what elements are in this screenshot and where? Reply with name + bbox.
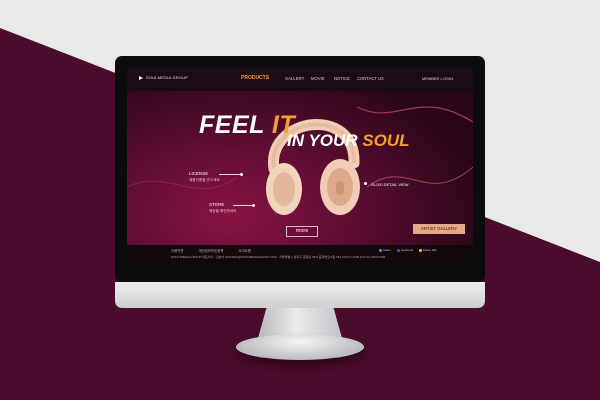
nav-notice[interactable]: NOTICE: [334, 76, 350, 81]
detail-view-link[interactable]: SL100 DETAIL VIEW: [371, 182, 409, 187]
twitter-link[interactable]: twitter: [379, 248, 391, 252]
footer-link-sitemap[interactable]: 사이트맵: [238, 249, 250, 253]
detail-dot: [364, 182, 367, 185]
footer-links: 이용약관 개인정보보호정책 사이트맵: [171, 248, 265, 253]
headline-in-your-soul: IN YOUR SOUL: [287, 131, 410, 150]
facebook-icon: [397, 248, 400, 252]
monitor-screen: SOULMEDIA GROUP PRODUCTS GALLERY MOVIE N…: [127, 67, 473, 265]
nav-movie[interactable]: MOVIE: [311, 76, 325, 81]
play-icon: [139, 75, 143, 80]
monitor-chin: [115, 282, 485, 308]
kakaotalk-link[interactable]: kakao talk: [419, 248, 437, 252]
license-subtitle: 제품인증을 받으세요: [189, 178, 220, 182]
store-dot: [252, 204, 255, 207]
member-login-link[interactable]: MEMBER LOGIN: [422, 76, 453, 81]
facebook-link[interactable]: facebook: [397, 248, 413, 252]
site-logo[interactable]: SOULMEDIA GROUP: [139, 75, 188, 80]
footer-company-info: SOUL*MEDIA GROUP 대표이사 : 김효석 MASTER@SOULM…: [171, 255, 386, 259]
nav-contact-us[interactable]: CONTACT US: [357, 76, 384, 81]
kakaotalk-icon: [419, 248, 422, 252]
license-dot: [240, 173, 243, 176]
artist-gallery-button[interactable]: ARTIST GALLERY: [413, 224, 465, 234]
store-subtitle: 매장을 확인하세요: [209, 209, 237, 213]
nav-gallery[interactable]: GALLERY: [285, 76, 304, 81]
headline-feel-it: FEEL IT: [199, 111, 296, 139]
footer-link-privacy[interactable]: 개인정보보호정책: [198, 249, 223, 253]
more-button[interactable]: more: [286, 226, 318, 237]
nav-products[interactable]: PRODUCTS: [241, 75, 269, 81]
monitor-foot: [236, 334, 364, 360]
store-connector: [233, 205, 253, 206]
twitter-icon: [379, 248, 382, 252]
top-navbar: SOULMEDIA GROUP PRODUCTS GALLERY MOVIE N…: [127, 67, 473, 91]
site-footer: 이용약관 개인정보보호정책 사이트맵 SOUL*MEDIA GROUP 대표이사…: [127, 245, 473, 265]
store-title[interactable]: STORE: [209, 202, 224, 207]
license-connector: [219, 174, 241, 175]
footer-link-terms[interactable]: 이용약관: [171, 249, 183, 253]
license-title[interactable]: LICENSE: [189, 171, 208, 176]
